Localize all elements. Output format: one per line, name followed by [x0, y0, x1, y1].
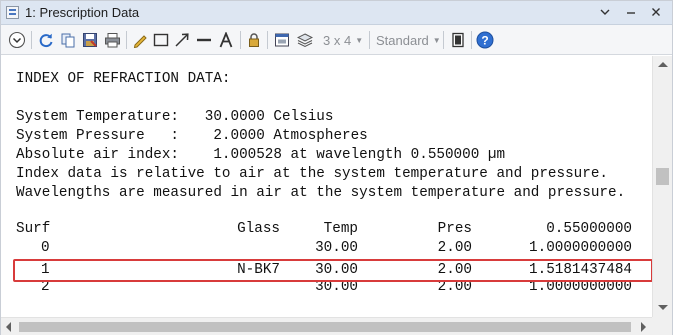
toolbar: 3 x 4 ▼ Standard ▼ ?	[1, 25, 672, 55]
table-row: 0 30.00 2.00 1.0000000000	[1, 239, 652, 258]
header-temp: Temp	[323, 221, 358, 237]
table-header-row: Surf Glass Temp Pres 0.55000000	[1, 220, 652, 239]
window-title: 1: Prescription Data	[25, 5, 140, 20]
title-bar: 1: Prescription Data	[1, 1, 672, 25]
refresh-icon[interactable]	[37, 30, 55, 50]
grid-layout-dropdown[interactable]: 3 x 4 ▼	[323, 30, 363, 50]
header-glass: Glass	[237, 221, 280, 237]
dropdown-arrow-icon[interactable]	[597, 4, 613, 20]
scrollbar-corner	[652, 317, 672, 335]
report-line-wavelength-note: Wavelengths are measured in air at the s…	[16, 185, 626, 201]
header-wavelength: 0.55000000	[546, 221, 632, 237]
report-window-icon	[6, 6, 19, 19]
report-text-area[interactable]: INDEX OF REFRACTION DATA: System Tempera…	[1, 56, 652, 317]
help-icon[interactable]: ?	[475, 30, 495, 50]
svg-text:?: ?	[481, 34, 488, 48]
scroll-up-icon[interactable]	[658, 62, 668, 67]
header-surf: Surf	[16, 221, 51, 237]
arrow-icon[interactable]	[173, 30, 191, 50]
chevron-down-icon: ▼	[432, 35, 441, 45]
vertical-scroll-thumb[interactable]	[656, 168, 669, 185]
style-label: Standard	[376, 32, 429, 48]
report-line-system-pressure: System Pressure : 2.0000 Atmospheres	[16, 128, 368, 144]
report-heading: INDEX OF REFRACTION DATA:	[16, 71, 231, 87]
report-line-index-note: Index data is relative to air at the sys…	[16, 166, 608, 182]
cell-index: 1.0000000000	[529, 240, 632, 256]
rectangle-icon[interactable]	[152, 30, 170, 50]
print-icon[interactable]	[103, 30, 121, 50]
row-highlight-box	[13, 259, 652, 282]
chevron-down-icon: ▼	[355, 35, 364, 45]
cell-pres: 2.00	[437, 240, 472, 256]
expand-icon[interactable]	[7, 30, 27, 50]
scroll-down-icon[interactable]	[658, 305, 668, 310]
cell-surf: 0	[41, 240, 50, 256]
panel-icon[interactable]	[449, 30, 467, 50]
scroll-left-icon[interactable]	[6, 322, 11, 332]
cell-temp: 30.00	[315, 240, 358, 256]
header-pres: Pres	[437, 221, 472, 237]
pencil-icon[interactable]	[131, 30, 149, 50]
horizontal-scroll-thumb[interactable]	[19, 322, 631, 332]
layers-icon[interactable]	[296, 30, 314, 50]
vertical-scrollbar[interactable]	[652, 56, 672, 317]
grid-layout-label: 3 x 4	[323, 32, 352, 48]
line-icon[interactable]	[195, 30, 213, 50]
copy-icon[interactable]	[59, 30, 77, 50]
report-line-system-temperature: System Temperature: 30.0000 Celsius	[16, 109, 334, 125]
report-line-air-index: Absolute air index: 1.000528 at waveleng…	[16, 147, 506, 163]
text-icon[interactable]	[217, 30, 235, 50]
minimize-button[interactable]	[623, 4, 639, 20]
lock-icon[interactable]	[245, 30, 263, 50]
horizontal-scrollbar[interactable]	[1, 317, 652, 335]
prescription-data-window: 1: Prescription Data 3 x 4 ▼ Standard ▼ …	[0, 0, 673, 335]
scroll-right-icon[interactable]	[641, 322, 646, 332]
save-icon[interactable]	[81, 30, 99, 50]
window-icon[interactable]	[273, 30, 291, 50]
style-dropdown[interactable]: Standard ▼	[376, 30, 441, 50]
close-button[interactable]	[648, 4, 664, 20]
